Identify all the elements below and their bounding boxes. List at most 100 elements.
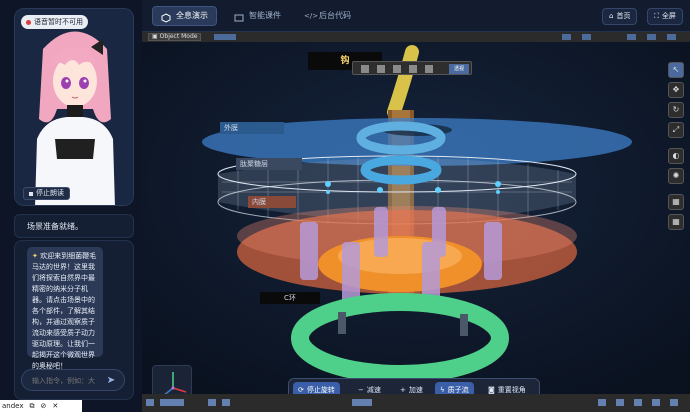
label-outer-membrane[interactable]: 外膜	[220, 122, 284, 134]
view-top-icon[interactable]	[425, 65, 433, 73]
top-bar: 全息演示 智能课件 </> 后台代码 ⌂ 首页 ⛶ 全屏	[142, 0, 690, 32]
recording-dot-icon	[26, 19, 31, 25]
footer-icon[interactable]	[634, 399, 642, 406]
footer-icon[interactable]	[208, 399, 216, 406]
scene-canvas[interactable]: 钩 外膜 肽聚糖层 内膜 C环 透视 ↖ ✥ ↻ ⤢ ◐ ✺ ▦ ▦ ⟳ 停止旋…	[142, 42, 690, 394]
axis-gizmo[interactable]	[152, 365, 192, 394]
stop-reading-button[interactable]: 停止朗读	[23, 187, 70, 200]
scale-tool-icon[interactable]: ⤢	[668, 122, 684, 138]
tab-label: 后台代码	[319, 11, 351, 20]
view-left-icon[interactable]	[393, 65, 401, 73]
mode-label: Object Mode	[159, 33, 198, 40]
stop-icon	[29, 191, 33, 196]
voice-status-badge: 语音暂时不可用	[21, 15, 88, 29]
avatar	[15, 9, 133, 205]
3d-viewport[interactable]: ▣ Object Mode 钩 外膜 肽聚糖层 内膜 C环 透视 ↖ ✥ ↻ ⤢…	[142, 32, 690, 394]
reset-view-label: 重置视角	[497, 386, 526, 394]
view-toolbar: 透视	[352, 61, 472, 75]
slow-down-label: 减速	[366, 386, 381, 394]
fullscreen-label: 全屏	[661, 12, 676, 20]
stop-reading-label: 停止朗读	[36, 189, 64, 197]
viewport-footer	[142, 394, 690, 412]
mode-icon: ▣	[152, 33, 158, 40]
status-strip: 场景准备就绪。	[14, 214, 134, 238]
code-icon: </>	[304, 12, 319, 20]
label-inner-membrane[interactable]: 内膜	[248, 196, 296, 208]
speed-up-label: 加速	[408, 386, 423, 394]
footer-icon[interactable]	[352, 399, 372, 406]
tab-backend-code[interactable]: </> 后台代码	[296, 6, 359, 26]
minus-icon: −	[358, 386, 364, 394]
header-menu-icon[interactable]	[214, 34, 236, 40]
rotate-tool-icon[interactable]: ↻	[668, 102, 684, 118]
view-back-icon[interactable]	[377, 65, 385, 73]
copy-icon[interactable]: ⧉	[30, 400, 35, 412]
view-right-icon[interactable]	[409, 65, 417, 73]
flagellar-motor-model[interactable]	[142, 42, 690, 394]
status-text: 场景准备就绪。	[27, 222, 83, 231]
lightning-icon: ϟ	[440, 386, 445, 394]
header-tool-icon[interactable]	[627, 34, 636, 40]
main-area: 全息演示 智能课件 </> 后台代码 ⌂ 首页 ⛶ 全屏 ▣ Object Mo…	[142, 0, 690, 412]
label-peptidoglycan[interactable]: 肽聚糖层	[236, 158, 302, 170]
tab-label: 智能课件	[249, 11, 281, 20]
home-button[interactable]: ⌂ 首页	[602, 8, 638, 25]
viewport-header: ▣ Object Mode	[142, 32, 690, 42]
header-tool-icon[interactable]	[667, 34, 676, 40]
lens-icon[interactable]: ⊘	[41, 400, 47, 412]
move-tool-icon[interactable]: ✥	[668, 82, 684, 98]
playback-controls: ⟳ 停止旋转 − 减速 + 加速 ϟ 质子流 ◙ 重置视角	[288, 378, 540, 394]
yandex-watermark: andex ⧉ ⊘ ✕	[0, 400, 82, 412]
view-front-icon[interactable]	[361, 65, 369, 73]
tab-holo-demo[interactable]: 全息演示	[152, 6, 217, 26]
stop-rotation-label: 停止旋转	[306, 386, 335, 394]
avatar-card: 语音暂时不可用 停止朗读	[14, 8, 134, 206]
refresh-icon: ⟳	[298, 386, 304, 394]
cube-icon	[161, 11, 171, 23]
footer-icon[interactable]	[146, 399, 154, 406]
header-tool-icon[interactable]	[582, 34, 591, 40]
footer-icon[interactable]	[652, 399, 660, 406]
footer-icon[interactable]	[598, 399, 606, 406]
footer-icon[interactable]	[222, 399, 230, 406]
footer-icon[interactable]	[670, 399, 678, 406]
slides-icon	[234, 11, 244, 22]
fullscreen-icon: ⛶	[654, 12, 659, 20]
slow-down-button[interactable]: − 减速	[353, 382, 386, 394]
chat-message: ✦ 欢迎来到细菌鞭毛马达的世界！这里我们将探索自然界中最精密的纳米分子机器。请点…	[27, 247, 103, 370]
footer-icon[interactable]	[160, 399, 184, 406]
left-panel: 语音暂时不可用 停止朗读 场景准备就绪。 ✦ 欢迎来到细菌鞭毛马达的世界！这里我…	[14, 8, 134, 400]
header-tool-icon[interactable]	[562, 34, 571, 40]
camera-icon: ◙	[488, 386, 495, 394]
label-c-ring[interactable]: C环	[260, 292, 320, 304]
camera-tool-icon[interactable]: ◐	[668, 148, 684, 164]
chat-input-box: ➤	[21, 369, 125, 391]
header-tool-icon[interactable]	[647, 34, 656, 40]
command-input[interactable]	[32, 374, 100, 388]
voice-status-text: 语音暂时不可用	[34, 18, 83, 26]
close-icon[interactable]: ✕	[52, 400, 58, 412]
speed-up-button[interactable]: + 加速	[395, 382, 428, 394]
home-icon: ⌂	[609, 12, 614, 20]
home-label: 首页	[616, 12, 631, 20]
stop-rotation-button[interactable]: ⟳ 停止旋转	[293, 382, 340, 394]
watermark-text: andex	[2, 402, 24, 410]
tab-label: 全息演示	[176, 11, 208, 20]
chat-panel: ✦ 欢迎来到细菌鞭毛马达的世界！这里我们将探索自然界中最精密的纳米分子机器。请点…	[14, 240, 134, 400]
tab-smart-courseware[interactable]: 智能课件	[226, 6, 289, 26]
sparkle-icon: ✦	[32, 252, 41, 260]
proton-flow-button[interactable]: ϟ 质子流	[435, 382, 474, 394]
reset-view-button[interactable]: ◙ 重置视角	[483, 382, 531, 394]
select-tool-icon[interactable]: ↖	[668, 62, 684, 78]
footer-icon[interactable]	[616, 399, 624, 406]
grid-tool-icon[interactable]: ▦	[668, 194, 684, 210]
mode-selector[interactable]: ▣ Object Mode	[148, 33, 202, 41]
chat-message-text: 欢迎来到细菌鞭毛马达的世界！这里我们将探索自然界中最精密的纳米分子机器。请点击场…	[32, 252, 97, 370]
send-icon[interactable]: ➤	[104, 374, 118, 388]
fullscreen-button[interactable]: ⛶ 全屏	[647, 8, 683, 25]
layout-tool-icon[interactable]: ▦	[668, 214, 684, 230]
proton-flow-label: 质子流	[447, 386, 469, 394]
app-root: 语音暂时不可用 停止朗读 场景准备就绪。 ✦ 欢迎来到细菌鞭毛马达的世界！这里我…	[0, 0, 690, 412]
perspective-button[interactable]: 透视	[449, 64, 469, 74]
light-tool-icon[interactable]: ✺	[668, 168, 684, 184]
